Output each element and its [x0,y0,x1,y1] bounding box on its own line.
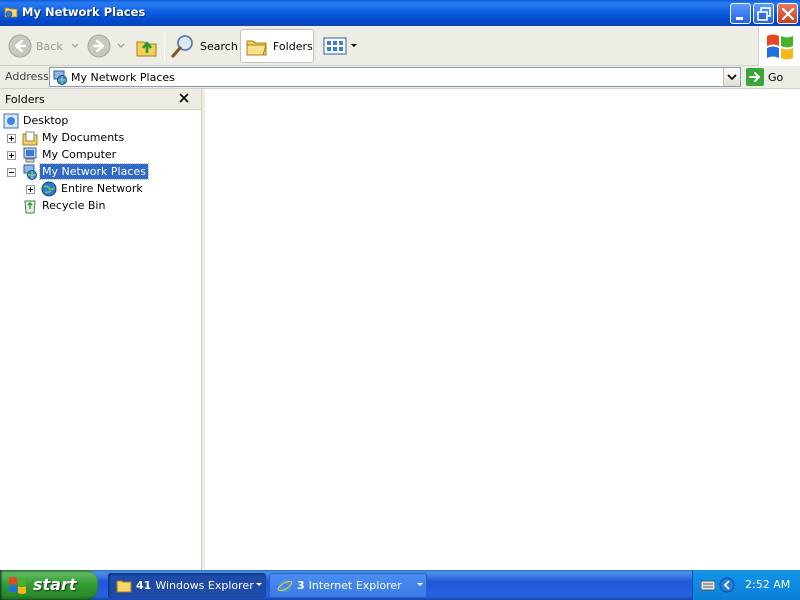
recycle-bin-icon [24,200,36,213]
taskbar: start 41 Windows Explorer 3 Internet Exp… [0,570,800,600]
go-arrow-icon [746,68,764,86]
up-folder-button[interactable] [134,29,160,63]
tree-item-desktop[interactable]: Desktop [3,112,70,129]
tree-item-label: My Documents [42,131,125,144]
tree-item-label: Recycle Bin [42,199,106,212]
views-button[interactable] [323,29,358,63]
back-arrow-icon [8,34,32,58]
close-pane-icon[interactable] [177,91,191,105]
folders-pane-title: Folders [5,93,45,106]
group-label: Windows Explorer [155,579,254,592]
window-title: My Network Places [22,5,146,19]
group-count: 41 [136,579,152,592]
start-label: start [33,575,77,594]
folders-label: Folders [273,39,313,53]
content-area[interactable] [205,89,800,570]
clock[interactable]: 2:52 AM [745,578,790,591]
folders-pane: Folders Desktop My Documents My Computer… [0,89,201,570]
back-button[interactable]: Back [8,29,79,63]
forward-arrow-icon [87,34,111,58]
toolbar-separator [164,32,165,60]
close-icon [781,7,795,21]
standard-toolbar: Back Search Folders [0,26,800,66]
folders-pane-header: Folders [0,89,201,110]
tree-item-recycle-bin[interactable]: Recycle Bin [22,197,107,214]
my-documents-icon [22,131,38,145]
group-label: Internet Explorer [308,579,402,592]
up-folder-icon [136,41,157,57]
expand-toggle[interactable] [26,185,35,194]
globe-icon [41,181,57,196]
forward-button[interactable] [87,29,125,63]
address-label: Address [5,70,49,83]
tree-item-label: My Computer [42,148,117,161]
close-button[interactable] [777,3,798,24]
go-label: Go [768,70,784,84]
tree-item-my-computer[interactable]: My Computer [22,146,118,163]
chevron-down-icon [117,43,125,48]
folders-button[interactable]: Folders [240,29,314,63]
network-places-icon [53,70,67,85]
keyboard-icon[interactable] [701,580,715,592]
go-button[interactable]: Go [746,68,783,86]
chevron-down-icon [417,583,423,586]
minimize-button[interactable] [730,3,751,24]
folders-icon [246,40,267,56]
my-computer-icon [23,147,37,162]
expand-toggle[interactable] [7,134,16,143]
folder-icon [116,580,132,592]
expand-toggle[interactable] [7,151,16,160]
back-label: Back [36,39,63,53]
internet-explorer-icon [277,579,293,592]
address-input[interactable]: My Network Places [49,67,741,87]
search-button[interactable]: Search [170,29,238,63]
chevron-down-icon [71,43,79,48]
tree-item-label: Entire Network [61,182,143,195]
collapse-toggle[interactable] [7,168,16,177]
minimize-icon [736,17,743,20]
tree-item-my-network-places[interactable]: My Network Places [22,163,149,180]
chevron-down-icon [256,583,262,586]
windows-flag-icon [9,577,26,594]
desktop-icon [3,113,19,128]
windows-logo [758,26,800,66]
network-places-icon [23,164,37,180]
search-icon [171,35,193,58]
start-button[interactable]: start [0,570,98,600]
folder-network-icon [4,7,18,18]
toolbar-separator [318,32,319,60]
restore-button[interactable] [753,3,774,24]
desktop-screen: My Network Places Back Search Folders Ad… [0,0,800,600]
taskbar-group-internet-explorer[interactable]: 3 Internet Explorer [269,573,427,598]
views-grid-icon [323,37,347,55]
window-title-bar[interactable]: My Network Places [0,0,800,26]
tree-item-label: My Network Places [39,163,149,180]
group-count: 3 [297,579,305,592]
address-value: My Network Places [71,71,175,84]
restore-icon [757,7,771,21]
show-hidden-icons-chevron-icon[interactable] [719,577,735,593]
search-label: Search [200,39,238,53]
chevron-down-icon [351,44,357,47]
tree-item-entire-network[interactable]: Entire Network [41,180,145,197]
taskbar-group-windows-explorer[interactable]: 41 Windows Explorer [108,573,266,598]
address-dropdown-button[interactable] [723,68,740,86]
address-bar: Address My Network Places Go [0,66,800,89]
windows-flag-icon [767,34,793,60]
chevron-down-icon [727,74,737,81]
tree-item-my-documents[interactable]: My Documents [22,129,126,146]
tree-item-label: Desktop [23,114,69,127]
system-tray: 2:52 AM [692,570,800,600]
